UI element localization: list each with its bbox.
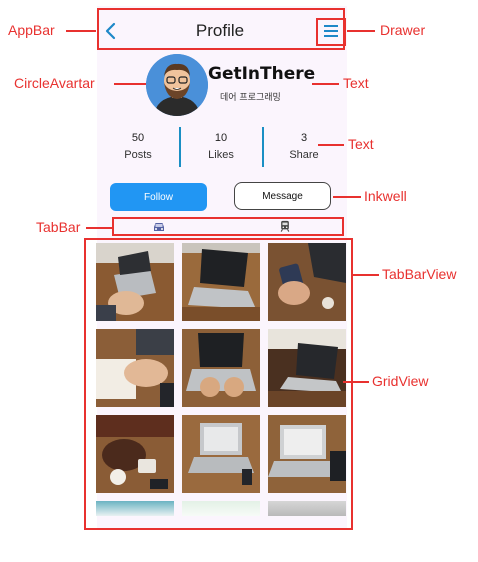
annotation-text-label: Text [343,75,369,91]
annotation-appbar-label: AppBar [8,22,55,38]
annotation-text-label: Text [348,136,374,152]
stat-likes-value: 10 [214,132,228,144]
appbar-highlight-box [97,8,345,50]
annotation-arrow [114,83,146,85]
stat-share-value: 3 [300,132,308,144]
annotation-tabbar-label: TabBar [36,219,81,235]
annotation-drawer-label: Drawer [380,22,426,38]
annotation-arrow [353,274,379,276]
annotation-arrow [347,30,375,32]
annotation-arrow [343,381,369,383]
tabbar-highlight-box [112,217,344,236]
annotation-arrow [66,30,96,32]
annotation-arrow [312,83,339,85]
annotation-circleavatar-label: CircleAvartar [14,75,95,91]
stat-divider [179,127,181,167]
follow-button[interactable]: Follow [110,183,207,211]
profile-name: GetInThere [208,64,316,84]
annotation-inkwell-label: Inkwell [364,188,407,204]
annotation-arrow [333,196,361,198]
annotation-arrow [318,144,344,146]
annotation-tabbarview-label: TabBarView [382,266,457,282]
drawer-highlight-box [316,18,346,46]
stat-divider [262,127,264,167]
tabbarview-highlight-box [84,238,353,530]
annotation-gridview-label: GridView [372,373,429,389]
avatar-illustration [146,54,208,116]
stat-share-label: Share [289,149,319,161]
profile-subtitle: 데어 프로그래밍 [220,93,281,103]
avatar[interactable] [146,54,208,116]
message-button[interactable]: Message [234,182,331,210]
stat-likes-label: Likes [208,149,234,161]
annotation-arrow [86,227,112,229]
stat-posts-label: Posts [124,149,152,161]
stat-posts-value: 50 [131,132,145,144]
